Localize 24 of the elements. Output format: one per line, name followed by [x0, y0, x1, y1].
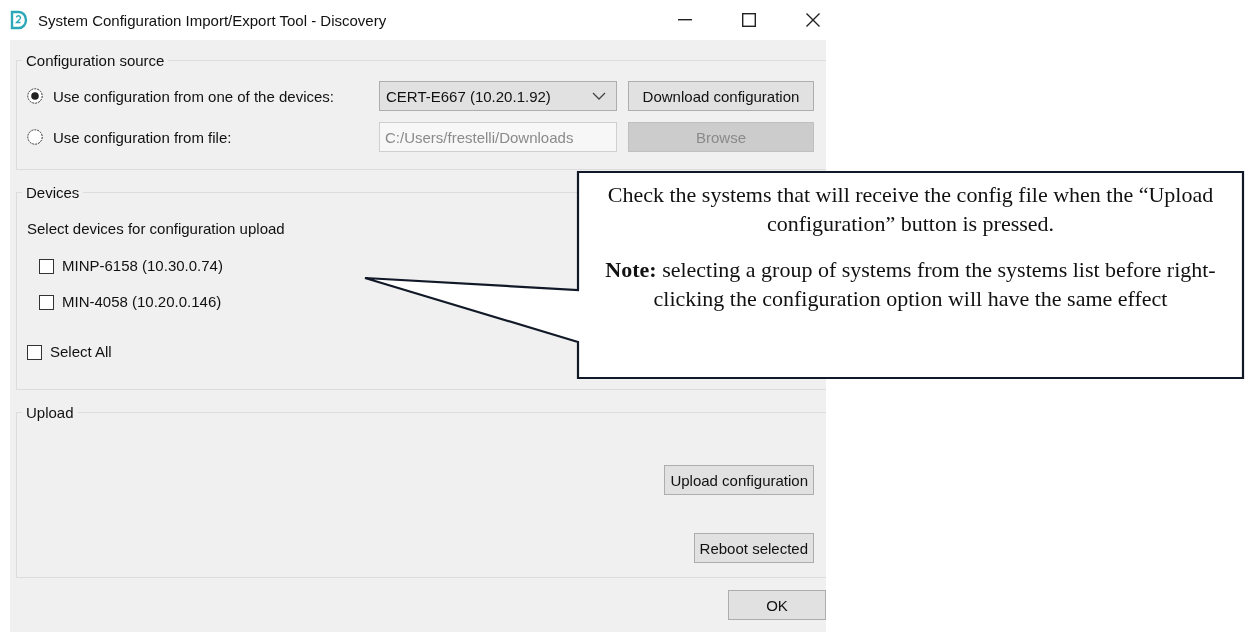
checkbox[interactable]: [27, 344, 42, 360]
ok-button[interactable]: OK: [728, 590, 826, 620]
checkbox[interactable]: [39, 258, 54, 274]
close-icon[interactable]: [806, 13, 820, 27]
maximize-icon[interactable]: [742, 13, 756, 27]
minimize-icon[interactable]: [678, 19, 692, 21]
callout-text: Note: selecting a group of systems from the systems list before right-clicking the configuration option will have the same effect: [604, 256, 1217, 313]
reboot-button[interactable]: Reboot selected: [693, 533, 814, 563]
callout-text: Check the systems that will receive the config file when the “Upload configuration” button is pressed.: [606, 181, 1215, 238]
group-title: Upload: [22, 404, 78, 422]
chevron-down-icon: [592, 92, 606, 100]
radio-button[interactable]: [27, 88, 43, 104]
window-title: System Configuration Import/Export Tool - Discovery: [38, 11, 387, 29]
group-title: Configuration source: [22, 52, 169, 70]
device-dropdown[interactable]: CERT-E667 (10.20.1.92): [379, 81, 617, 111]
app-logo-icon: [10, 10, 28, 30]
radio-label: Use configuration from file:: [53, 128, 232, 146]
upload-button[interactable]: Upload configuration: [664, 465, 814, 495]
device-label: MINP-6158 (10.30.0.74): [62, 256, 223, 276]
checkbox-label: Select All: [50, 342, 112, 362]
download-button[interactable]: Download configuration: [628, 81, 814, 111]
device-label: MIN-4058 (10.20.0.146): [62, 292, 222, 312]
checkbox[interactable]: [39, 294, 54, 310]
radio-label: Use configuration from one of the devices:: [53, 87, 334, 105]
